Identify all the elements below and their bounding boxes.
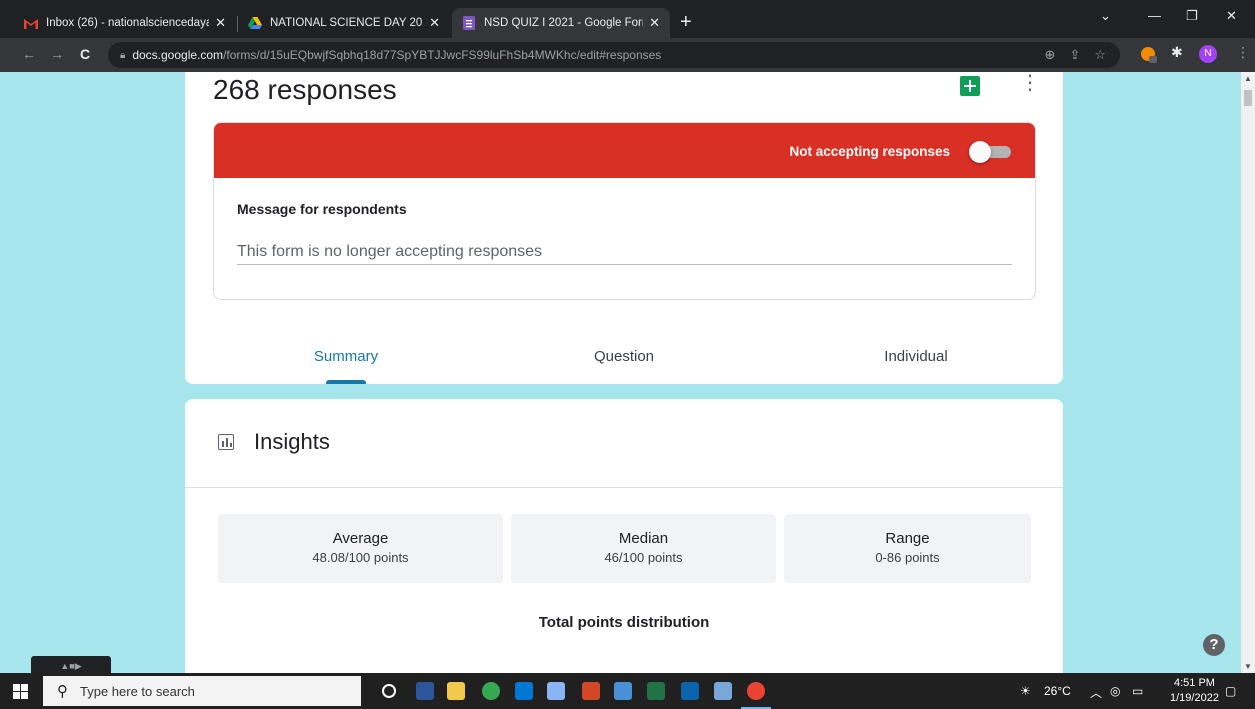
close-window-button[interactable]: ✕ bbox=[1226, 8, 1237, 24]
share-icon[interactable]: ⇪ bbox=[1069, 47, 1080, 63]
insights-title: Insights bbox=[254, 429, 330, 454]
network-icon[interactable]: ◎ bbox=[1110, 684, 1120, 698]
tab-search-icon[interactable]: ⌄ bbox=[1100, 8, 1111, 24]
drive-icon bbox=[248, 16, 262, 30]
stat-median: Median 46/100 points bbox=[511, 514, 776, 583]
stat-average: Average 48.08/100 points bbox=[218, 514, 503, 583]
bookmark-star-icon[interactable]: ☆ bbox=[1094, 47, 1106, 63]
taskbar-search-box[interactable]: ⚲ Type here to search bbox=[43, 676, 361, 706]
help-icon[interactable]: ? bbox=[1203, 634, 1225, 656]
stat-value: 48.08/100 points bbox=[312, 550, 409, 565]
avatar[interactable]: N bbox=[1199, 45, 1217, 63]
chrome-icon[interactable] bbox=[482, 682, 500, 700]
message-for-respondents-label: Message for respondents bbox=[237, 201, 407, 217]
reload-icon[interactable]: C bbox=[80, 46, 90, 62]
avatar-initial: N bbox=[1199, 45, 1217, 63]
divider bbox=[185, 487, 1063, 488]
app-icon[interactable] bbox=[714, 682, 732, 700]
browser-toolbar: ← → C 🔒︎ docs.google.com /forms/d/15uEQb… bbox=[0, 38, 1255, 72]
accepting-responses-panel: Not accepting responses Message for resp… bbox=[213, 122, 1036, 300]
insights-card: Insights Average 48.08/100 points Median… bbox=[185, 399, 1063, 673]
windows-start-icon[interactable] bbox=[13, 684, 28, 699]
insights-chart-icon bbox=[218, 434, 234, 450]
google-sheets-icon[interactable] bbox=[960, 76, 980, 96]
clock-time: 4:51 PM bbox=[1173, 677, 1215, 689]
forward-icon[interactable]: → bbox=[50, 46, 64, 62]
store-icon[interactable] bbox=[515, 682, 533, 700]
tab-science-day-drive[interactable]: NATIONAL SCIENCE DAY 2021 (2 ✕ bbox=[238, 8, 450, 38]
search-icon: ⚲ bbox=[57, 683, 68, 700]
tab-label: NSD QUIZ I 2021 - Google Forms bbox=[484, 17, 644, 29]
more-options-icon[interactable]: ⋮ bbox=[1020, 72, 1040, 94]
omnibox-actions: ⊕ ⇪ ☆ bbox=[1045, 47, 1106, 63]
chevron-up-icon[interactable]: ︿ bbox=[1090, 684, 1102, 701]
responses-count-title: 268 responses bbox=[213, 74, 397, 105]
system-clock[interactable]: 4:51 PM 1/19/2022 bbox=[1170, 676, 1219, 706]
toggle-knob bbox=[969, 141, 991, 163]
tab-individual[interactable]: Individual bbox=[866, 348, 966, 365]
windows-taskbar: ⚲ Type here to search ☀︎ 26°C ︿ ◎ ▭ 4:51… bbox=[0, 673, 1255, 709]
close-icon[interactable]: ✕ bbox=[649, 15, 660, 31]
app-icon[interactable] bbox=[614, 682, 632, 700]
search-placeholder: Type here to search bbox=[80, 683, 195, 699]
distribution-chart-title: Total points distribution bbox=[538, 614, 710, 631]
url-host: docs.google.com bbox=[132, 48, 224, 62]
browser-menu-icon[interactable]: ⋮ bbox=[1236, 44, 1250, 61]
accepting-responses-toggle[interactable] bbox=[969, 141, 1013, 163]
clock-date: 1/19/2022 bbox=[1170, 692, 1219, 704]
close-icon[interactable]: ✕ bbox=[429, 15, 440, 31]
url-path: /forms/d/15uEQbwjfSqbhq18d77SpYBTJJwcFS9… bbox=[223, 48, 662, 62]
scroll-thumb[interactable] bbox=[1244, 90, 1252, 106]
extensions-puzzle-icon[interactable]: ✱ bbox=[1171, 44, 1183, 61]
tab-gmail-inbox[interactable]: Inbox (26) - nationalsciencedayac ✕ bbox=[14, 8, 236, 38]
app-icon[interactable] bbox=[547, 682, 565, 700]
file-explorer-icon[interactable] bbox=[447, 682, 465, 700]
tab-question[interactable]: Question bbox=[574, 348, 674, 365]
gmail-icon bbox=[24, 16, 38, 30]
back-icon[interactable]: ← bbox=[22, 46, 36, 62]
stat-range: Range 0-86 points bbox=[784, 514, 1031, 583]
chrome-profile-icon[interactable] bbox=[747, 682, 765, 700]
stat-name: Range bbox=[885, 530, 930, 547]
extension-icon[interactable] bbox=[1140, 46, 1158, 69]
stat-name: Average bbox=[332, 530, 389, 547]
browser-tab-strip: Inbox (26) - nationalsciencedayac ✕ NATI… bbox=[0, 0, 1255, 38]
forms-page: 268 responses ⋮ Not accepting responses … bbox=[0, 72, 1255, 673]
responses-tabs: Summary Question Individual bbox=[185, 340, 1063, 384]
powerpoint-icon[interactable] bbox=[582, 682, 600, 700]
accepting-status-banner: Not accepting responses bbox=[214, 123, 1035, 178]
stat-value: 46/100 points bbox=[604, 550, 683, 565]
word-icon[interactable] bbox=[416, 682, 434, 700]
lock-icon: 🔒︎ bbox=[120, 49, 126, 61]
excel-icon[interactable] bbox=[647, 682, 665, 700]
restore-button[interactable]: ❐ bbox=[1186, 8, 1198, 24]
forms-icon bbox=[462, 16, 476, 30]
new-tab-button[interactable]: + bbox=[680, 12, 692, 32]
stat-value: 0-86 points bbox=[875, 550, 940, 565]
zoom-icon[interactable]: ⊕ bbox=[1045, 47, 1056, 63]
message-for-respondents-input[interactable] bbox=[237, 239, 1012, 265]
floating-toolbar-icon[interactable]: ▲■▶ bbox=[31, 656, 111, 673]
minimize-button[interactable]: — bbox=[1148, 8, 1161, 23]
stat-name: Median bbox=[618, 530, 669, 547]
address-bar[interactable]: 🔒︎ docs.google.com /forms/d/15uEQbwjfSqb… bbox=[108, 42, 1120, 68]
accepting-status-label: Not accepting responses bbox=[789, 144, 950, 159]
scroll-down-icon[interactable]: ▼ bbox=[1244, 662, 1252, 671]
close-icon[interactable]: ✕ bbox=[215, 15, 226, 31]
page-scrollbar[interactable]: ▲ ▼ bbox=[1241, 72, 1255, 673]
tab-google-forms[interactable]: NSD QUIZ I 2021 - Google Forms ✕ bbox=[452, 8, 670, 38]
weather-icon[interactable]: ☀︎ bbox=[1020, 684, 1031, 698]
weather-temp[interactable]: 26°C bbox=[1044, 684, 1071, 698]
notifications-icon[interactable]: ▢ bbox=[1225, 684, 1236, 698]
speaker-icon[interactable]: ▭ bbox=[1132, 684, 1143, 698]
tab-label: Inbox (26) - nationalsciencedayac bbox=[46, 17, 210, 29]
mail-icon[interactable] bbox=[681, 682, 699, 700]
cortana-icon[interactable] bbox=[382, 684, 396, 698]
active-tab-indicator bbox=[326, 380, 366, 384]
tab-summary[interactable]: Summary bbox=[296, 348, 396, 365]
scroll-up-icon[interactable]: ▲ bbox=[1244, 74, 1252, 83]
tab-label: NATIONAL SCIENCE DAY 2021 (2 bbox=[270, 17, 423, 29]
